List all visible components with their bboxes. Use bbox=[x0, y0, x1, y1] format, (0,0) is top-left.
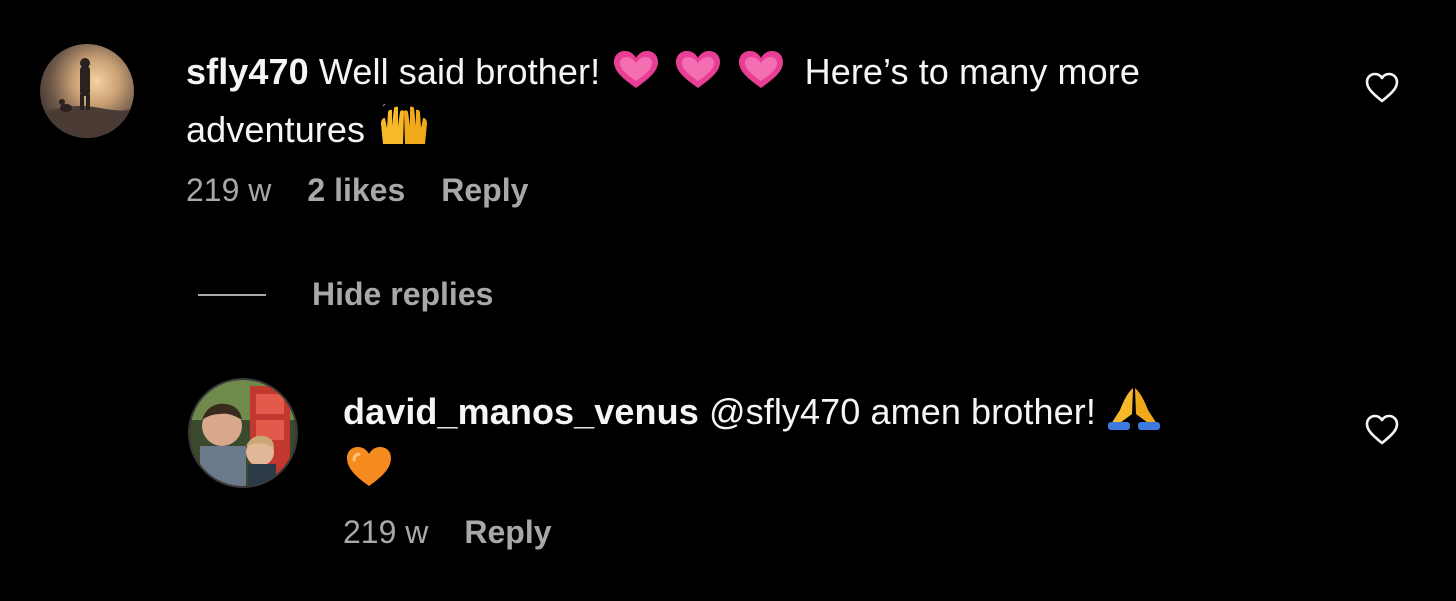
hide-replies-button[interactable]: Hide replies bbox=[198, 276, 493, 313]
comment-text: sfly470 Well said brother! Here’s to man… bbox=[186, 46, 1346, 162]
pink-heart-emoji bbox=[737, 50, 785, 104]
reply-username[interactable]: david_manos_venus bbox=[343, 391, 699, 432]
comment-meta: 219 w 2 likes Reply bbox=[186, 172, 528, 209]
like-heart-icon[interactable] bbox=[1364, 70, 1400, 106]
comment-body-start: Well said brother! bbox=[318, 51, 601, 92]
reply-time: 219 w bbox=[343, 514, 429, 550]
reply-button[interactable]: Reply bbox=[464, 514, 551, 551]
like-heart-icon[interactable] bbox=[1364, 412, 1400, 448]
reply-body: amen brother! bbox=[870, 391, 1096, 432]
comment-body-line2: adventures bbox=[186, 109, 366, 150]
reply-meta: 219 w Reply bbox=[343, 514, 552, 551]
reply-button[interactable]: Reply bbox=[441, 172, 528, 209]
avatar[interactable] bbox=[188, 378, 298, 488]
mention-link[interactable]: @sfly470 bbox=[709, 391, 860, 432]
avatar[interactable] bbox=[40, 44, 134, 138]
likes-count[interactable]: 2 likes bbox=[307, 172, 405, 209]
reply-text: david_manos_venus @sfly470 amen brother! bbox=[343, 386, 1343, 502]
comment-time: 219 w bbox=[186, 172, 272, 208]
comment-body-end: Here’s to many more bbox=[804, 51, 1140, 92]
folded-hands-emoji bbox=[1108, 386, 1161, 444]
pink-heart-emoji bbox=[612, 50, 660, 104]
orange-heart-emoji bbox=[345, 446, 393, 502]
hide-replies-divider bbox=[198, 293, 266, 296]
comment-username[interactable]: sfly470 bbox=[186, 51, 309, 92]
raising-hands-emoji bbox=[377, 102, 431, 162]
hide-replies-label: Hide replies bbox=[312, 276, 494, 312]
pink-heart-emoji bbox=[674, 50, 722, 104]
